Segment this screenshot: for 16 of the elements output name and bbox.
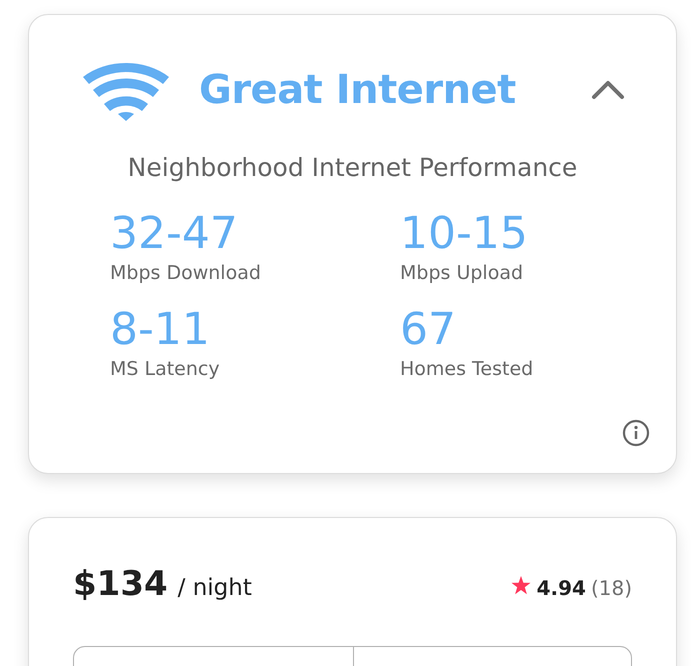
stat-label: MS Latency: [110, 357, 221, 382]
stat-value: 32-47: [110, 208, 239, 260]
stat-value: 67: [400, 304, 457, 356]
price: $134: [73, 564, 168, 604]
review-count: (18): [590, 576, 632, 600]
stat-label: Homes Tested: [400, 357, 534, 382]
stat-value: 8-11: [110, 304, 211, 356]
price-unit: / night: [178, 575, 253, 601]
card-subtitle: Neighborhood Internet Performance: [128, 153, 578, 182]
rating: 4.94: [536, 576, 586, 600]
star-icon: [510, 576, 531, 595]
stat-value: 10-15: [400, 208, 529, 260]
stat-label: Mbps Download: [110, 261, 262, 286]
info-icon[interactable]: [622, 419, 650, 447]
card-title: Great Internet: [199, 67, 517, 113]
stat-label: Mbps Upload: [400, 261, 524, 286]
